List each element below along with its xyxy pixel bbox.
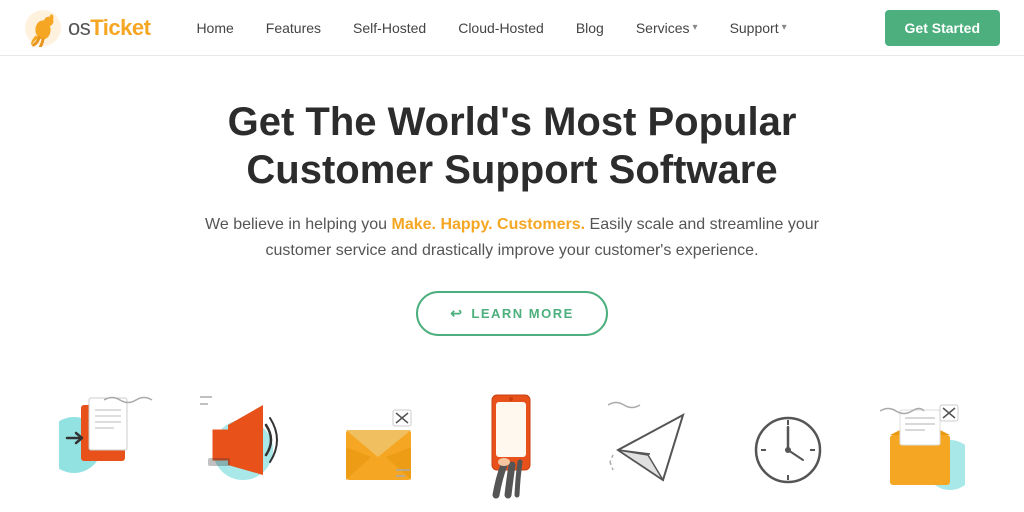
nav-item-support[interactable]: Support ▾ (716, 12, 801, 44)
nav-item-self-hosted[interactable]: Self-Hosted (339, 12, 440, 44)
icon-clock (751, 405, 826, 500)
nav-item-blog[interactable]: Blog (562, 12, 618, 44)
logo-kangaroo-icon (24, 9, 62, 47)
logo-text: osTicket (68, 15, 150, 41)
hero-heading: Get The World's Most Popular Customer Su… (20, 98, 1004, 194)
hero-description: We believe in helping you Make. Happy. C… (202, 212, 822, 263)
icon-open-envelope (885, 400, 965, 500)
icon-megaphone (198, 390, 283, 500)
illustration-strip (0, 360, 1024, 500)
nav-item-home[interactable]: Home (182, 12, 247, 44)
logo[interactable]: osTicket (24, 9, 150, 47)
icon-paper-plane (608, 400, 693, 500)
hero-section: Get The World's Most Popular Customer Su… (0, 56, 1024, 360)
icon-envelope (341, 405, 416, 500)
nav-links: Home Features Self-Hosted Cloud-Hosted B… (182, 12, 884, 44)
learn-more-button[interactable]: ↩ LEARN MORE (416, 291, 608, 336)
nav-item-services[interactable]: Services ▾ (622, 12, 712, 44)
navbar: osTicket Home Features Self-Hosted Cloud… (0, 0, 1024, 56)
services-dropdown-icon: ▾ (693, 22, 698, 33)
icon-mobile (474, 390, 549, 500)
get-started-button[interactable]: Get Started (885, 10, 1000, 46)
support-dropdown-icon: ▾ (782, 22, 787, 33)
nav-item-cloud-hosted[interactable]: Cloud-Hosted (444, 12, 558, 44)
learn-more-arrow-icon: ↩ (450, 305, 463, 322)
icon-document (59, 390, 139, 500)
nav-item-features[interactable]: Features (252, 12, 335, 44)
